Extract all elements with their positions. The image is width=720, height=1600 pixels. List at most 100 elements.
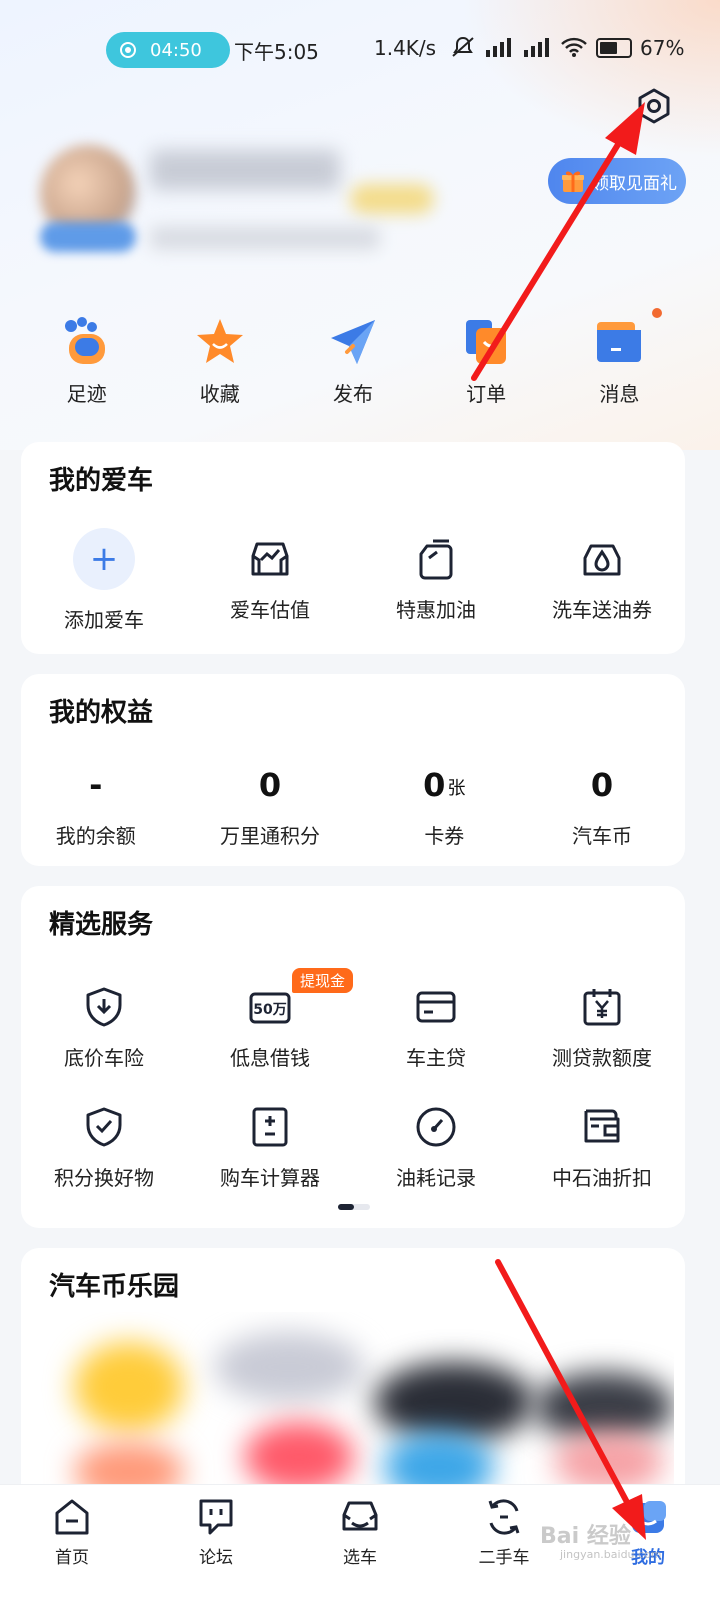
mute-icon bbox=[452, 36, 474, 57]
item-label: 车主贷 bbox=[406, 1046, 466, 1070]
item-label: 洗车送油券 bbox=[552, 598, 652, 622]
car-select-icon bbox=[342, 1501, 378, 1531]
quick-messages[interactable]: 消息 bbox=[553, 308, 686, 412]
coupons-item[interactable]: 0张 卡券 bbox=[370, 760, 519, 849]
services-row-2: 积分换好物 购车计算器 油耗记录 中石油折扣 bbox=[21, 1106, 685, 1191]
used-car-icon bbox=[488, 1499, 520, 1535]
fuel-can-icon bbox=[419, 539, 453, 580]
item-label: 低息借钱 bbox=[230, 1046, 310, 1070]
tab-label: 二手车 bbox=[478, 1548, 530, 1568]
quick-publish[interactable]: 发布 bbox=[286, 316, 419, 412]
footprint-icon bbox=[64, 317, 105, 364]
battery-icon bbox=[596, 38, 632, 58]
clock: 下午5:05 bbox=[234, 40, 319, 64]
car-coins-item[interactable]: 0 汽车币 bbox=[519, 760, 685, 849]
gauge-icon bbox=[416, 1107, 456, 1147]
car-coins-value: 0 bbox=[590, 766, 614, 804]
item-label: 爱车估值 bbox=[230, 598, 310, 622]
car-value-icon bbox=[251, 542, 289, 576]
tab-home[interactable]: 首页 bbox=[0, 1485, 144, 1600]
signal-icon bbox=[486, 38, 511, 57]
status-bar: 04:50 下午5:05 1.4K/s 67% bbox=[0, 30, 720, 70]
service-loan[interactable]: 提现金 50万 低息借钱 bbox=[187, 968, 354, 1071]
card-title: 我的权益 bbox=[49, 698, 154, 728]
item-label: 万里通积分 bbox=[220, 824, 320, 848]
tab-forum[interactable]: 论坛 bbox=[144, 1485, 288, 1600]
quick-footprint[interactable]: 足迹 bbox=[20, 316, 153, 412]
item-label: 测贷款额度 bbox=[552, 1046, 652, 1070]
gift-icon bbox=[562, 171, 584, 192]
gift-button[interactable]: 领取见面礼 bbox=[548, 158, 686, 204]
insurance-shield-icon bbox=[86, 987, 122, 1027]
park-content-blurred[interactable] bbox=[34, 1312, 674, 1502]
points-item[interactable]: 0 万里通积分 bbox=[170, 760, 369, 849]
page-indicator bbox=[338, 1204, 370, 1210]
services-card: 精选服务 底价车险 提现金 50万 低息借钱 车主贷 测贷款额度 积分换好物 购… bbox=[21, 886, 685, 1228]
service-owner-loan[interactable]: 车主贷 bbox=[353, 986, 519, 1071]
quick-label: 收藏 bbox=[199, 382, 240, 406]
home-icon bbox=[55, 1499, 89, 1535]
screen-recording-pill[interactable]: 04:50 bbox=[106, 32, 230, 68]
calculator-icon bbox=[252, 1107, 288, 1147]
battery-percent: 67% bbox=[640, 36, 685, 60]
profile-tab-icon bbox=[632, 1501, 666, 1533]
quick-label: 消息 bbox=[599, 382, 640, 406]
tab-label: 论坛 bbox=[199, 1548, 233, 1568]
points-value: 0 bbox=[258, 766, 282, 804]
item-label: 中石油折扣 bbox=[552, 1166, 652, 1190]
car-valuation-button[interactable]: 爱车估值 bbox=[187, 538, 353, 633]
forum-icon bbox=[199, 1499, 233, 1535]
signal-icon-2 bbox=[524, 38, 549, 57]
quick-label: 发布 bbox=[332, 382, 373, 406]
service-fuel-record[interactable]: 油耗记录 bbox=[353, 1106, 519, 1191]
card-title: 精选服务 bbox=[49, 910, 154, 940]
message-icon bbox=[597, 322, 642, 362]
service-calculator[interactable]: 购车计算器 bbox=[187, 1106, 353, 1191]
record-icon bbox=[120, 42, 136, 58]
card-title: 我的爱车 bbox=[49, 466, 154, 496]
tab-label: 选车 bbox=[343, 1548, 377, 1568]
user-stats-blurred bbox=[150, 226, 380, 250]
service-loan-quota[interactable]: 测贷款额度 bbox=[519, 986, 685, 1071]
card-title: 汽车币乐园 bbox=[49, 1272, 180, 1302]
send-icon bbox=[330, 320, 375, 364]
add-car-button[interactable]: + 添加爱车 bbox=[21, 528, 187, 633]
promo-badge: 提现金 bbox=[292, 968, 354, 993]
calendar-yen-icon bbox=[583, 989, 621, 1026]
quick-label: 足迹 bbox=[66, 382, 107, 406]
service-petrochina-discount[interactable]: 中石油折扣 bbox=[519, 1106, 685, 1191]
star-icon bbox=[196, 319, 243, 363]
balance-item[interactable]: - 我的余额 bbox=[21, 760, 170, 849]
unread-dot bbox=[651, 308, 662, 318]
item-label: 油耗记录 bbox=[396, 1166, 476, 1190]
rights-grid: - 我的余额 0 万里通积分 0张 卡券 0 汽车币 bbox=[21, 760, 685, 849]
coupons-value: 0张 bbox=[423, 766, 466, 804]
item-label: 添加爱车 bbox=[64, 608, 144, 632]
quick-label: 订单 bbox=[466, 382, 507, 406]
services-row-1: 底价车险 提现金 50万 低息借钱 车主贷 测贷款额度 bbox=[21, 968, 685, 1071]
tab-label: 首页 bbox=[55, 1548, 89, 1568]
card-icon bbox=[416, 991, 456, 1023]
service-insurance[interactable]: 底价车险 bbox=[21, 986, 187, 1071]
service-points-exchange[interactable]: 积分换好物 bbox=[21, 1106, 187, 1191]
plus-icon: + bbox=[73, 528, 135, 590]
status-icons bbox=[450, 36, 588, 58]
wifi-icon bbox=[561, 37, 587, 57]
car-wash-button[interactable]: 洗车送油券 bbox=[519, 538, 685, 633]
shield-check-icon bbox=[86, 1107, 122, 1147]
order-icon bbox=[466, 320, 507, 364]
item-label: 汽车币 bbox=[572, 824, 633, 848]
gift-label: 领取见面礼 bbox=[592, 173, 677, 194]
quick-actions: 足迹 收藏 发布 订单 消息 bbox=[20, 308, 686, 412]
my-car-card: 我的爱车 + 添加爱车 爱车估值 特惠加油 洗车送油券 bbox=[21, 442, 685, 654]
my-car-grid: + 添加爱车 爱车估值 特惠加油 洗车送油券 bbox=[21, 528, 685, 633]
quick-orders[interactable]: 订单 bbox=[420, 316, 553, 412]
item-label: 特惠加油 bbox=[396, 598, 476, 622]
item-label: 积分换好物 bbox=[54, 1166, 154, 1190]
quick-favorite[interactable]: 收藏 bbox=[153, 316, 286, 412]
tab-select-car[interactable]: 选车 bbox=[288, 1485, 432, 1600]
settings-gear-icon[interactable] bbox=[636, 88, 672, 124]
recording-time: 04:50 bbox=[150, 39, 202, 61]
item-label: 卡券 bbox=[424, 824, 465, 848]
fuel-discount-button[interactable]: 特惠加油 bbox=[353, 538, 519, 633]
